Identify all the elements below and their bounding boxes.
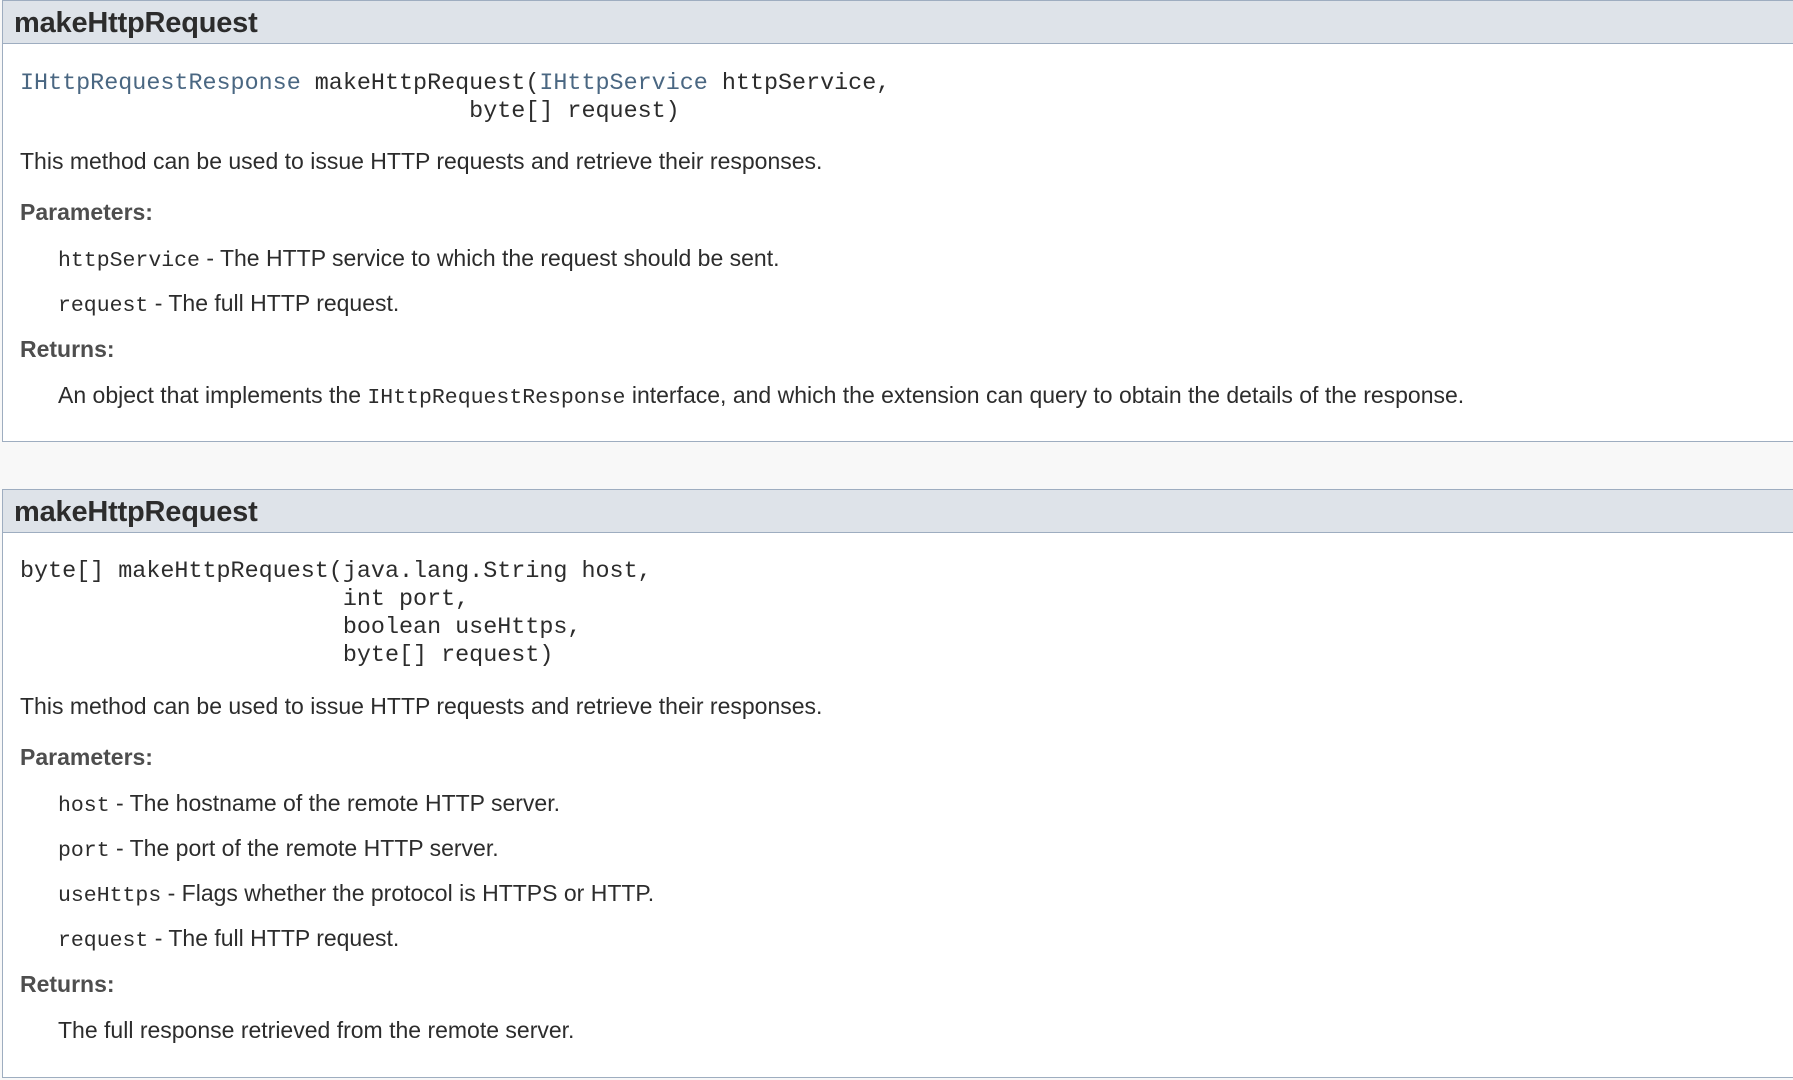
parameter-description: - The HTTP service to which the request … (199, 245, 780, 271)
method-heading: makeHttpRequest (3, 490, 1793, 533)
returns-prefix: An object that implements the (58, 382, 368, 408)
signature-line-4: byte[] request) (20, 643, 554, 669)
parameter-name: request (58, 929, 149, 953)
method-description: This method can be used to issue HTTP re… (20, 148, 823, 174)
returns-description: The full response retrieved from the rem… (58, 1017, 575, 1043)
returns-label: Returns: (20, 971, 115, 997)
returns-suffix: interface, and which the extension can q… (625, 382, 1465, 408)
signature-line-2: byte[] request) (20, 99, 680, 125)
method-description: This method can be used to issue HTTP re… (20, 693, 823, 719)
parameter-name: request (58, 294, 149, 318)
signature-line-3: boolean useHttps, (20, 615, 582, 641)
method-signature: IHttpRequestResponse makeHttpRequest(IHt… (20, 70, 890, 126)
returns-label: Returns: (20, 336, 115, 362)
param-type-link[interactable]: IHttpService (539, 71, 707, 97)
parameter-name: useHttps (58, 884, 162, 908)
return-type-link[interactable]: IHttpRequestResponse (20, 71, 301, 97)
parameter-description: - The full HTTP request. (148, 925, 400, 951)
method-detail-block-1: makeHttpRequest IHttpRequestResponse mak… (2, 0, 1793, 442)
parameter-name: httpService (58, 249, 200, 273)
parameters-label: Parameters: (20, 199, 153, 225)
method-detail-block-2: makeHttpRequest byte[] makeHttpRequest(j… (2, 489, 1793, 1078)
signature-line-2: int port, (20, 587, 470, 613)
parameter-item: host - The hostname of the remote HTTP s… (58, 789, 560, 820)
parameter-item: request - The full HTTP request. (58, 924, 399, 955)
parameter-description: - The hostname of the remote HTTP server… (109, 790, 561, 816)
parameter-item: port - The port of the remote HTTP serve… (58, 834, 499, 865)
parameter-description: - The port of the remote HTTP server. (109, 835, 499, 861)
parameters-label: Parameters: (20, 744, 153, 770)
parameter-item: useHttps - Flags whether the protocol is… (58, 879, 654, 910)
parameter-name: host (58, 794, 110, 818)
method-heading: makeHttpRequest (3, 1, 1793, 44)
method-signature: byte[] makeHttpRequest(java.lang.String … (20, 558, 652, 670)
parameter-description: - Flags whether the protocol is HTTPS or… (161, 880, 655, 906)
signature-line-1: byte[] makeHttpRequest(java.lang.String … (20, 559, 652, 585)
parameter-name: port (58, 839, 110, 863)
parameter-item: request - The full HTTP request. (58, 289, 399, 320)
signature-param-rest: httpService, (707, 71, 891, 97)
returns-code: IHttpRequestResponse (367, 386, 626, 410)
parameter-item: httpService - The HTTP service to which … (58, 244, 780, 275)
signature-method-name: makeHttpRequest( (300, 71, 540, 97)
returns-description: An object that implements the IHttpReque… (58, 381, 1464, 412)
parameter-description: - The full HTTP request. (148, 290, 400, 316)
